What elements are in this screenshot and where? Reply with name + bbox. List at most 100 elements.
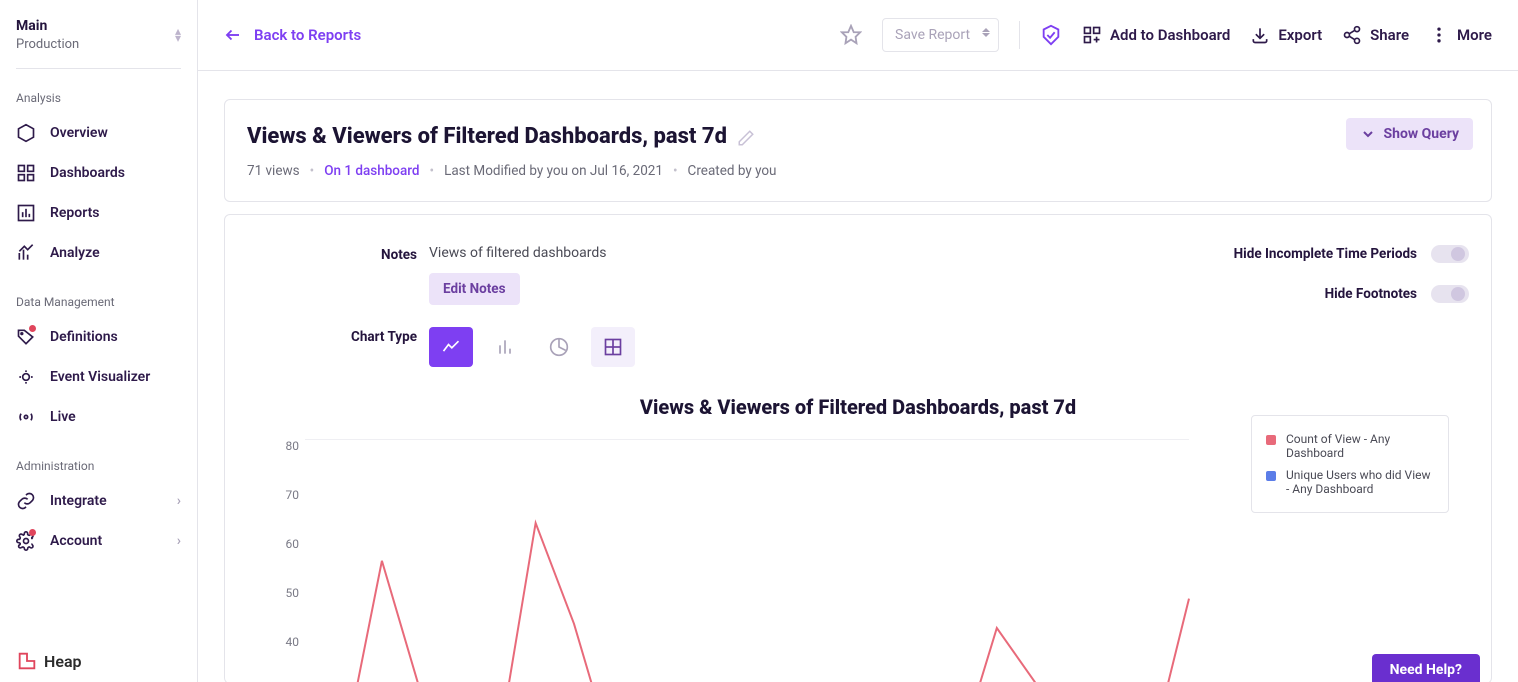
last-modified: Last Modified by you on Jul 16, 2021 xyxy=(444,163,663,179)
brand-logo[interactable]: Heap xyxy=(16,650,82,672)
project-env: Production xyxy=(16,37,79,52)
dashboard-add-icon xyxy=(1082,25,1102,45)
show-query-label: Show Query xyxy=(1384,126,1459,142)
need-help-button[interactable]: Need Help? xyxy=(1372,654,1480,682)
sidebar-item-definitions[interactable]: Definitions xyxy=(16,317,181,357)
views-count: 71 views xyxy=(247,163,300,179)
action-label: More xyxy=(1457,26,1492,44)
hexagon-icon xyxy=(16,123,36,143)
report-meta: 71 views • On 1 dashboard • Last Modifie… xyxy=(247,163,1469,179)
verified-icon[interactable] xyxy=(1040,24,1062,46)
sidebar-item-dashboards[interactable]: Dashboards xyxy=(16,153,181,193)
target-icon xyxy=(16,367,36,387)
chart-type-pie-button[interactable] xyxy=(537,327,581,367)
y-tick: 80 xyxy=(269,439,299,453)
project-name: Main xyxy=(16,18,79,34)
sidebar-item-label: Definitions xyxy=(50,329,118,345)
report-header: Views & Viewers of Filtered Dashboards, … xyxy=(224,99,1492,202)
brand-name: Heap xyxy=(44,652,82,671)
chevron-right-icon: › xyxy=(177,493,181,509)
notification-dot-icon xyxy=(29,529,36,536)
hide-incomplete-toggle[interactable] xyxy=(1431,245,1469,263)
sidebar-item-integrate[interactable]: Integrate › xyxy=(16,481,181,521)
action-label: Export xyxy=(1278,26,1322,44)
save-report-label: Save Report xyxy=(895,27,970,43)
action-label: Add to Dashboard xyxy=(1110,26,1230,44)
sidebar-item-label: Analyze xyxy=(50,245,100,261)
star-icon[interactable] xyxy=(840,24,862,46)
edit-notes-button[interactable]: Edit Notes xyxy=(429,273,520,305)
bar-chart-icon xyxy=(16,203,36,223)
separator xyxy=(1019,21,1020,49)
chart-plot xyxy=(305,439,1189,649)
created-by: Created by you xyxy=(688,163,777,179)
pencil-icon[interactable] xyxy=(737,128,755,146)
chart-type-table-button[interactable] xyxy=(591,327,635,367)
sidebar-item-reports[interactable]: Reports xyxy=(16,193,181,233)
more-button[interactable]: More xyxy=(1429,25,1492,45)
hide-footnotes-toggle[interactable] xyxy=(1431,285,1469,303)
legend-item: Unique Users who did View - Any Dashboar… xyxy=(1266,464,1434,500)
sidebar-item-label: Event Visualizer xyxy=(50,369,150,385)
notification-dot-icon xyxy=(29,325,36,332)
notes-label: Notes xyxy=(247,245,417,263)
project-switcher[interactable]: Main Production ▴▾ xyxy=(16,18,181,69)
sort-arrows-icon: ▴▾ xyxy=(175,28,181,42)
save-report-select[interactable]: Save Report xyxy=(882,18,999,52)
broadcast-icon xyxy=(16,407,36,427)
toggle-label: Hide Incomplete Time Periods xyxy=(1234,246,1417,262)
chart-legend: Count of View - Any Dashboard Unique Use… xyxy=(1251,415,1449,513)
chart-card: Hide Incomplete Time Periods Hide Footno… xyxy=(224,214,1492,682)
back-label: Back to Reports xyxy=(254,26,361,44)
link-icon xyxy=(16,491,36,511)
more-vertical-icon xyxy=(1429,25,1449,45)
share-button[interactable]: Share xyxy=(1342,25,1409,45)
share-icon xyxy=(1342,25,1362,45)
sidebar-item-live[interactable]: Live xyxy=(16,397,181,437)
legend-label: Count of View - Any Dashboard xyxy=(1286,432,1434,460)
topbar: Back to Reports Save Report Add to Dashb… xyxy=(198,0,1518,71)
on-dashboard-link[interactable]: On 1 dashboard xyxy=(324,163,419,179)
legend-label: Unique Users who did View - Any Dashboar… xyxy=(1286,468,1434,496)
legend-swatch-icon xyxy=(1266,471,1276,481)
legend-item: Count of View - Any Dashboard xyxy=(1266,428,1434,464)
pie-chart-icon xyxy=(549,337,569,357)
back-to-reports-link[interactable]: Back to Reports xyxy=(224,26,361,44)
toggle-label: Hide Footnotes xyxy=(1325,286,1417,302)
heap-logo-icon xyxy=(16,650,38,672)
report-title: Views & Viewers of Filtered Dashboards, … xyxy=(247,124,727,149)
legend-swatch-icon xyxy=(1266,435,1276,445)
sidebar-item-label: Dashboards xyxy=(50,165,125,181)
sidebar-item-label: Overview xyxy=(50,125,108,141)
section-analysis-label: Analysis xyxy=(16,91,181,105)
chart-type-bar-button[interactable] xyxy=(483,327,527,367)
sidebar-item-account[interactable]: Account › xyxy=(16,521,181,561)
download-icon xyxy=(1250,25,1270,45)
y-tick: 70 xyxy=(269,488,299,502)
show-query-button[interactable]: Show Query xyxy=(1346,118,1473,150)
trend-up-icon xyxy=(16,243,36,263)
line-chart-icon xyxy=(441,337,461,357)
grid-icon xyxy=(16,163,36,183)
report-title-wrap: Views & Viewers of Filtered Dashboards, … xyxy=(247,124,1469,149)
sidebar-item-event-visualizer[interactable]: Event Visualizer xyxy=(16,357,181,397)
chart-area: 8070605040 xyxy=(305,439,1189,649)
action-label: Share xyxy=(1370,26,1409,44)
chart-type-line-button[interactable] xyxy=(429,327,473,367)
sidebar: Main Production ▴▾ Analysis Overview Das… xyxy=(0,0,198,682)
hide-footnotes-toggle-row: Hide Footnotes xyxy=(1325,285,1469,303)
table-icon xyxy=(603,337,623,357)
export-button[interactable]: Export xyxy=(1250,25,1322,45)
add-to-dashboard-button[interactable]: Add to Dashboard xyxy=(1082,25,1230,45)
chart-type-label: Chart Type xyxy=(247,327,417,345)
sidebar-item-label: Integrate xyxy=(50,493,107,509)
sidebar-item-label: Live xyxy=(50,409,76,425)
chevron-down-icon xyxy=(1360,126,1376,142)
sidebar-item-overview[interactable]: Overview xyxy=(16,113,181,153)
sidebar-item-analyze[interactable]: Analyze xyxy=(16,233,181,273)
arrow-left-icon xyxy=(224,26,242,44)
hide-incomplete-toggle-row: Hide Incomplete Time Periods xyxy=(1234,245,1469,263)
y-tick: 50 xyxy=(269,586,299,600)
y-tick: 60 xyxy=(269,537,299,551)
y-tick: 40 xyxy=(269,635,299,649)
